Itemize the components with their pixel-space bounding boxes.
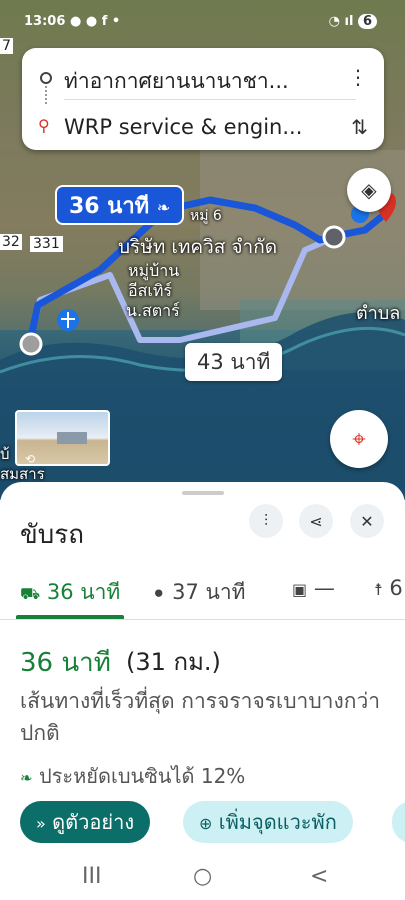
tab-walk[interactable]: ☨ 6 (374, 576, 403, 600)
add-stop-button[interactable]: ⊕ เพิ่มจุดแวะพัก (183, 801, 353, 843)
street-view-thumbnail[interactable]: ⟲ (15, 410, 110, 466)
active-tab-indicator (16, 615, 124, 619)
close-icon: ✕ (360, 511, 374, 531)
route-distance: (31 กม.) (126, 648, 221, 676)
map-label-tambon: ตำบล (356, 303, 401, 324)
tab-motorcycle-label: 37 นาที (172, 580, 246, 604)
options-button[interactable]: ⫶ (249, 504, 283, 538)
preview-button[interactable]: » ดูตัวอย่าง (20, 801, 151, 843)
destination-input[interactable]: WRP service & engin... (64, 115, 332, 139)
transit-icon: ▣ (292, 580, 308, 599)
building-shape (57, 432, 87, 444)
battery-icon: 6 (357, 14, 377, 29)
add-stop-label: เพิ่มจุดแวะพัก (218, 810, 337, 834)
alt-route-time-label[interactable]: 43 นาที (185, 343, 283, 381)
back-button[interactable]: < (310, 864, 328, 889)
wifi-icon: ◔ (328, 14, 340, 29)
map-label-moo: หมู่ 6 (190, 208, 222, 224)
more-chip[interactable] (392, 801, 405, 843)
my-location-button[interactable]: ⌖ (330, 410, 388, 468)
home-button[interactable]: ○ (193, 864, 212, 889)
eco-info: ❧ ประหยัดเบนซินได้ 12% (20, 760, 245, 792)
map-label-village: น.สตาร์ (126, 301, 180, 320)
route-description: เส้นทางที่เร็วที่สุด การจราจรเบาบางกว่าป… (20, 689, 381, 745)
swap-icon[interactable]: ⇅ (351, 115, 368, 139)
leaf-icon: ❧ (156, 198, 171, 217)
map-label-company: บริษัท เทควิส จำกัด (118, 236, 278, 258)
tab-motorcycle[interactable]: ⚫ 37 นาที (152, 576, 245, 609)
double-chevron-icon: » (36, 814, 46, 833)
share-icon: ⋖ (309, 511, 323, 531)
status-time: 13:06 (24, 14, 66, 29)
motorcycle-icon: ⚫ (152, 584, 166, 603)
layers-icon: ◈ (361, 178, 377, 202)
walk-icon: ☨ (374, 580, 383, 599)
main-route-time-label[interactable]: 36 นาที ❧ (55, 185, 185, 225)
close-button[interactable]: ✕ (350, 504, 384, 538)
recents-button[interactable]: III (82, 864, 101, 889)
street-view-icon: ⟲ (25, 452, 36, 466)
preview-label: ดูตัวอย่าง (52, 810, 135, 834)
origin-marker (19, 332, 43, 356)
tab-drive-label: 36 นาที (46, 580, 121, 604)
main-route-time: 36 นาที (69, 194, 150, 219)
tab-transit-label: — (313, 576, 335, 600)
road-shield-7: 7 (0, 38, 13, 54)
eco-text: ประหยัดเบนซินได้ 12% (38, 764, 246, 788)
sheet-title: ขับรถ (20, 520, 84, 550)
car-icon: ⛟ (20, 584, 41, 603)
divider (64, 99, 356, 100)
tab-drive[interactable]: ⛟ 36 นาที (20, 576, 120, 609)
destination-row[interactable]: ⚲ WRP service & engin... ⇅ (22, 102, 384, 148)
more-vert-icon[interactable]: ⋮ (348, 65, 368, 89)
signal-icon: ıl (344, 14, 354, 29)
road-shield-331: 331 (30, 236, 63, 252)
system-nav-bar: III ○ < (0, 862, 405, 900)
route-duration: 36 นาที (20, 648, 111, 678)
directions-sheet: ขับรถ ⫶ ⋖ ✕ ⛟ 36 นาที ⚫ 37 นาที ▣ — ☨ 6 … (0, 482, 405, 900)
share-button[interactable]: ⋖ (299, 504, 333, 538)
add-stop-icon: ⊕ (199, 814, 213, 833)
notification-icons: ● ● f • (70, 14, 121, 29)
drag-handle[interactable] (182, 491, 224, 495)
destination-pin-icon: ⚲ (38, 116, 50, 135)
screen: บริษัท เทควิส จำกัด หมู่บ้าน อีสเทิร์ น.… (0, 0, 405, 900)
travel-mode-tabs: ⛟ 36 นาที ⚫ 37 นาที ▣ — ☨ 6 (0, 570, 405, 620)
status-right: ◔ ıl 6 (329, 14, 377, 29)
tab-walk-label: 6 (389, 576, 403, 600)
origin-input[interactable]: ท่าอากาศยานนานาชา... (64, 65, 332, 98)
waypoint-marker (322, 225, 346, 249)
tab-transit[interactable]: ▣ — (292, 576, 335, 600)
layers-button[interactable]: ◈ (347, 168, 391, 212)
my-location-icon: ⌖ (352, 425, 366, 453)
leaf-icon: ❧ (20, 769, 33, 787)
road-shield-32: 32 (0, 234, 22, 250)
tune-icon: ⫶ (263, 511, 268, 530)
route-search-card: ท่าอากาศยานนานาชา... ⋮ ⚲ WRP service & e… (22, 48, 384, 150)
status-bar: 13:06 ● ● f • ◔ ıl 6 (0, 0, 405, 40)
origin-dot-icon (40, 72, 52, 84)
origin-row[interactable]: ท่าอากาศยานนานาชา... ⋮ (22, 52, 384, 98)
